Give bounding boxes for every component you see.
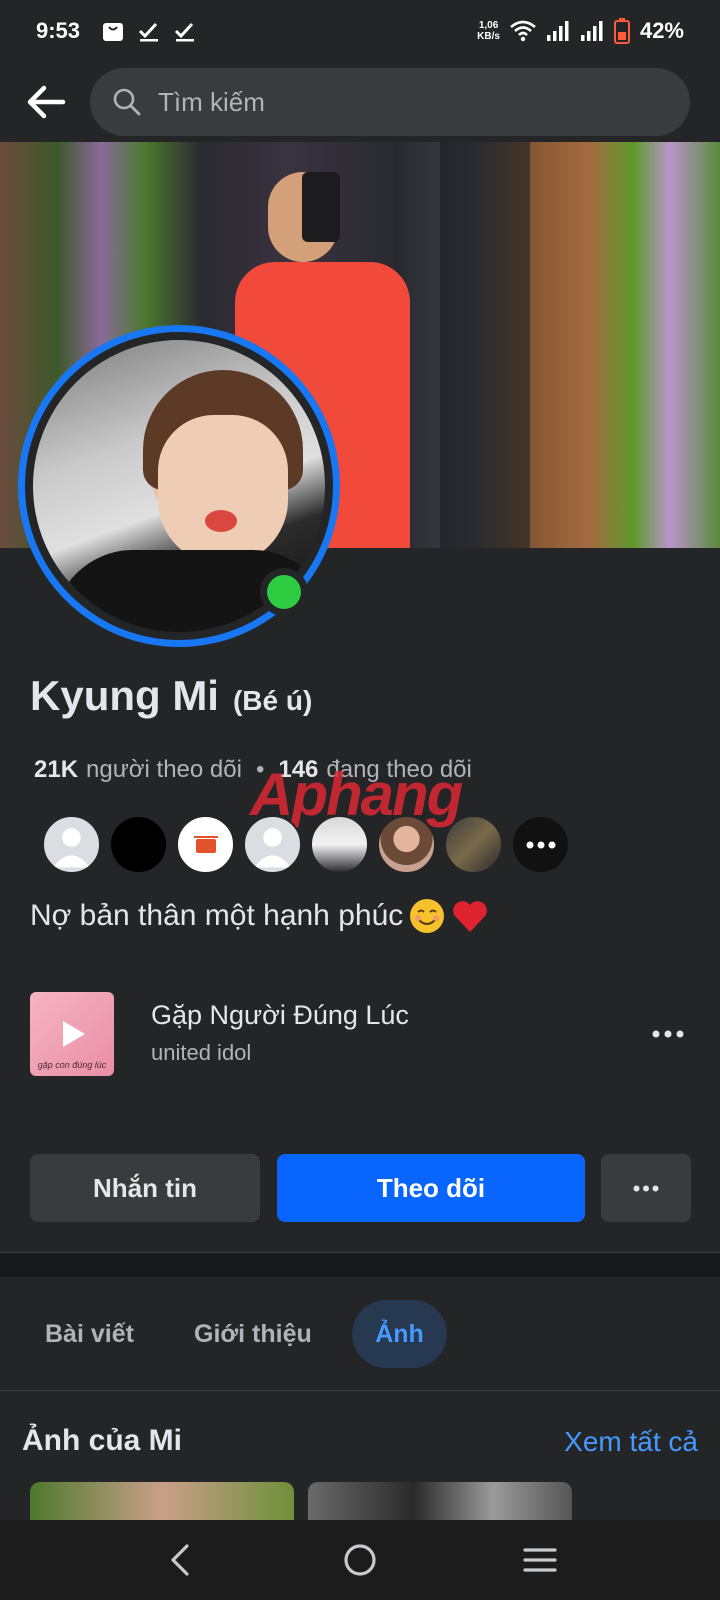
arrow-left-icon — [27, 85, 66, 119]
nav-home-button[interactable] — [330, 1530, 390, 1590]
avatar-face — [158, 415, 288, 565]
check-done-icon — [138, 22, 159, 42]
tab-about[interactable]: Giới thiệu — [178, 1300, 328, 1368]
music-more-button[interactable] — [648, 1014, 688, 1054]
search-placeholder: Tìm kiếm — [158, 86, 265, 117]
signal-icon — [580, 21, 603, 41]
shopping-bag-icon — [103, 23, 124, 41]
follower-avatar[interactable] — [444, 815, 503, 874]
followers-preview[interactable] — [42, 815, 570, 874]
follow-button[interactable]: Theo dõi — [277, 1154, 585, 1222]
see-all-link[interactable]: Xem tất cả — [564, 1426, 698, 1458]
check-done-icon — [174, 22, 195, 42]
music-artist: united idol — [151, 1040, 252, 1065]
divider — [0, 1390, 720, 1391]
tab-photos[interactable]: Ảnh — [352, 1300, 447, 1368]
search-icon — [113, 88, 141, 116]
red-heart-icon — [453, 901, 488, 932]
wifi-icon — [510, 20, 536, 42]
avatar-lips — [205, 510, 237, 532]
section-separator — [0, 1253, 720, 1277]
signal-icon — [546, 21, 569, 41]
more-dots-icon — [526, 841, 555, 848]
status-right: 1,06 KB/s 42% — [477, 18, 684, 44]
brand-logo-icon — [193, 835, 218, 853]
tab-posts[interactable]: Bài viết — [29, 1300, 150, 1368]
status-bar: 9:53 1,06 KB/s 42% — [0, 0, 720, 62]
cover-phone — [302, 172, 340, 242]
followers-label: người theo dõi — [86, 756, 242, 783]
follower-avatar[interactable] — [176, 815, 235, 874]
system-nav-bar — [0, 1520, 720, 1600]
smiling-face-icon — [410, 899, 445, 933]
music-thumb-caption: gặp con đúng lúc — [37, 1060, 107, 1070]
more-followers-button[interactable] — [511, 815, 570, 874]
network-speed: 1,06 KB/s — [477, 20, 500, 42]
more-options-button[interactable] — [601, 1154, 691, 1222]
home-circle-icon — [344, 1544, 376, 1576]
message-button[interactable]: Nhắn tin — [30, 1154, 260, 1222]
status-time: 9:53 — [36, 18, 81, 43]
notification-icons — [102, 20, 196, 42]
profile-bio: Nợ bản thân một hạnh phúc — [30, 898, 489, 934]
photos-section-title: Ảnh của Mi — [22, 1424, 183, 1457]
default-user-icon — [53, 828, 90, 868]
chevron-left-icon — [171, 1544, 189, 1576]
battery-percent: 42% — [639, 18, 684, 43]
search-input[interactable]: Tìm kiếm — [90, 68, 690, 136]
profile-nickname: (Bé ú) — [232, 685, 313, 716]
nav-recents-button[interactable] — [510, 1530, 570, 1590]
net-speed-value: 1,06 — [478, 20, 499, 31]
default-user-icon — [254, 828, 291, 868]
menu-lines-icon — [523, 1548, 557, 1572]
follower-avatar[interactable] — [377, 815, 436, 874]
music-title: Gặp Người Đúng Lúc — [151, 1000, 409, 1030]
play-icon — [63, 1021, 85, 1047]
follower-avatar[interactable] — [109, 815, 168, 874]
follower-avatar[interactable] — [42, 815, 101, 874]
profile-actions: Nhắn tin Theo dõi — [30, 1154, 691, 1222]
profile-name-row: Kyung Mi (Bé ú) — [30, 672, 312, 720]
followers-count: 21K — [34, 756, 79, 783]
follower-avatar[interactable] — [243, 815, 302, 874]
follower-avatar[interactable] — [310, 815, 369, 874]
nav-back-button[interactable] — [150, 1530, 210, 1590]
net-speed-unit: KB/s — [477, 31, 500, 42]
bio-text: Nợ bản thân một hạnh phúc — [30, 899, 404, 932]
cover-door-shape — [440, 142, 530, 548]
profile-tabs: Bài viết Giới thiệu Ảnh — [0, 1300, 720, 1370]
profile-music[interactable]: gặp con đúng lúc Gặp Người Đúng Lúc unit… — [30, 992, 690, 1076]
music-thumbnail[interactable]: gặp con đúng lúc — [30, 992, 114, 1076]
search-header: Tìm kiếm — [0, 62, 720, 142]
back-button[interactable] — [22, 78, 70, 126]
more-dots-icon — [652, 1030, 684, 1038]
more-dots-icon — [633, 1185, 659, 1191]
profile-name: Kyung Mi — [30, 672, 219, 719]
battery-icon — [613, 18, 630, 44]
online-status-indicator — [260, 568, 308, 616]
